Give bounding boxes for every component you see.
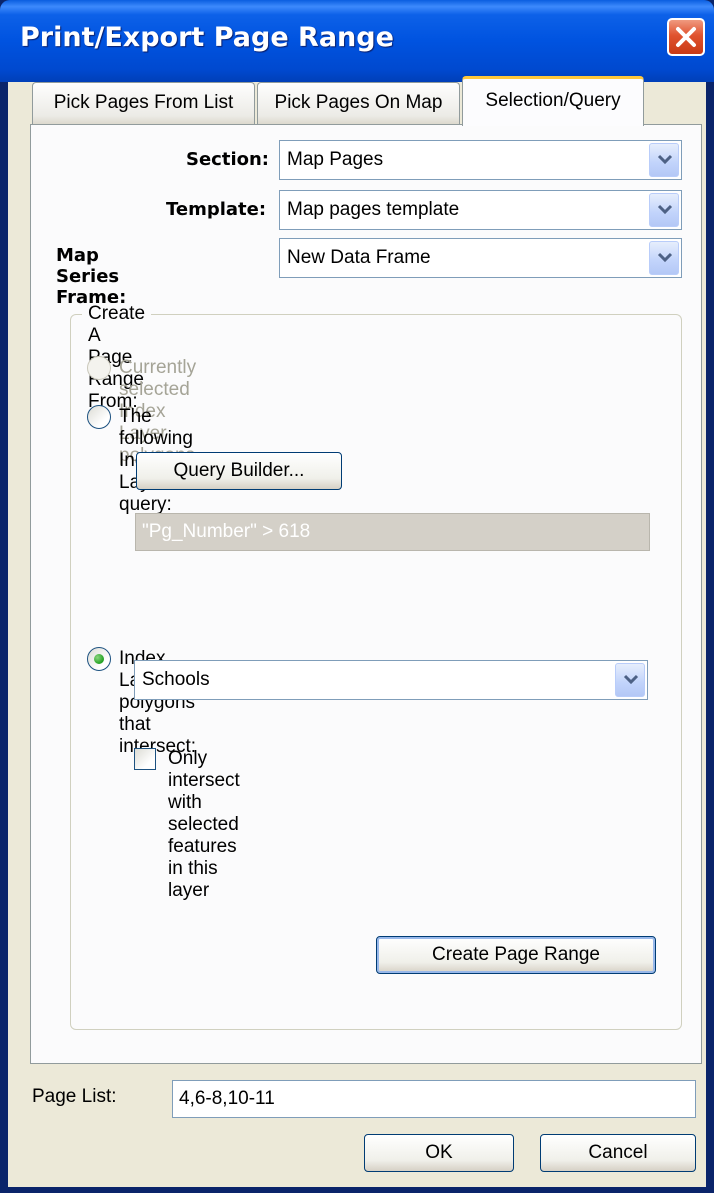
template-select[interactable]: Map pages template (279, 190, 682, 230)
chevron-down-icon[interactable] (649, 193, 679, 227)
template-label: Template: (166, 199, 267, 220)
only-selected-features-checkbox[interactable] (134, 748, 156, 770)
map-series-frame-value: New Data Frame (287, 247, 431, 268)
radio-selected-polygons[interactable] (87, 356, 111, 380)
tab-selection-query[interactable]: Selection/Query (462, 76, 644, 126)
chevron-down-icon[interactable] (615, 663, 645, 697)
intersect-layer-select[interactable]: Schools (134, 660, 648, 700)
query-builder-button[interactable]: Query Builder... (136, 452, 342, 490)
map-series-frame-label: Map Series Frame: (56, 245, 127, 308)
title-bar[interactable]: Print/Export Page Range (0, 0, 714, 82)
page-list-label: Page List: (32, 1086, 117, 1107)
window-title: Print/Export Page Range (20, 22, 394, 53)
section-select-value: Map Pages (287, 149, 384, 170)
radio-index-layer-query[interactable] (87, 405, 111, 429)
ok-button[interactable]: OK (364, 1134, 514, 1172)
tab-pick-pages-on-map[interactable]: Pick Pages On Map (257, 82, 460, 124)
page-list-field[interactable]: 4,6-8,10-11 (172, 1080, 696, 1118)
chevron-down-icon[interactable] (649, 241, 679, 275)
close-icon (676, 27, 696, 47)
query-expression-field[interactable]: "Pg_Number" > 618 (135, 513, 650, 551)
map-series-frame-select[interactable]: New Data Frame (279, 238, 682, 278)
tab-pick-pages-from-list[interactable]: Pick Pages From List (32, 82, 255, 124)
only-selected-features-label: Only intersect with selected features in… (168, 748, 240, 901)
cancel-button[interactable]: Cancel (540, 1134, 696, 1172)
close-button[interactable] (667, 18, 705, 56)
intersect-layer-value: Schools (142, 669, 210, 690)
section-select[interactable]: Map Pages (279, 140, 682, 180)
create-page-range-button[interactable]: Create Page Range (376, 936, 656, 974)
radio-selected-dot (94, 654, 104, 664)
section-label: Section: (186, 149, 269, 170)
radio-polygons-intersect[interactable] (87, 647, 111, 671)
chevron-down-icon[interactable] (649, 143, 679, 177)
template-select-value: Map pages template (287, 199, 460, 220)
dialog-window: Print/Export Page Range Pick Pages From … (0, 0, 714, 1193)
